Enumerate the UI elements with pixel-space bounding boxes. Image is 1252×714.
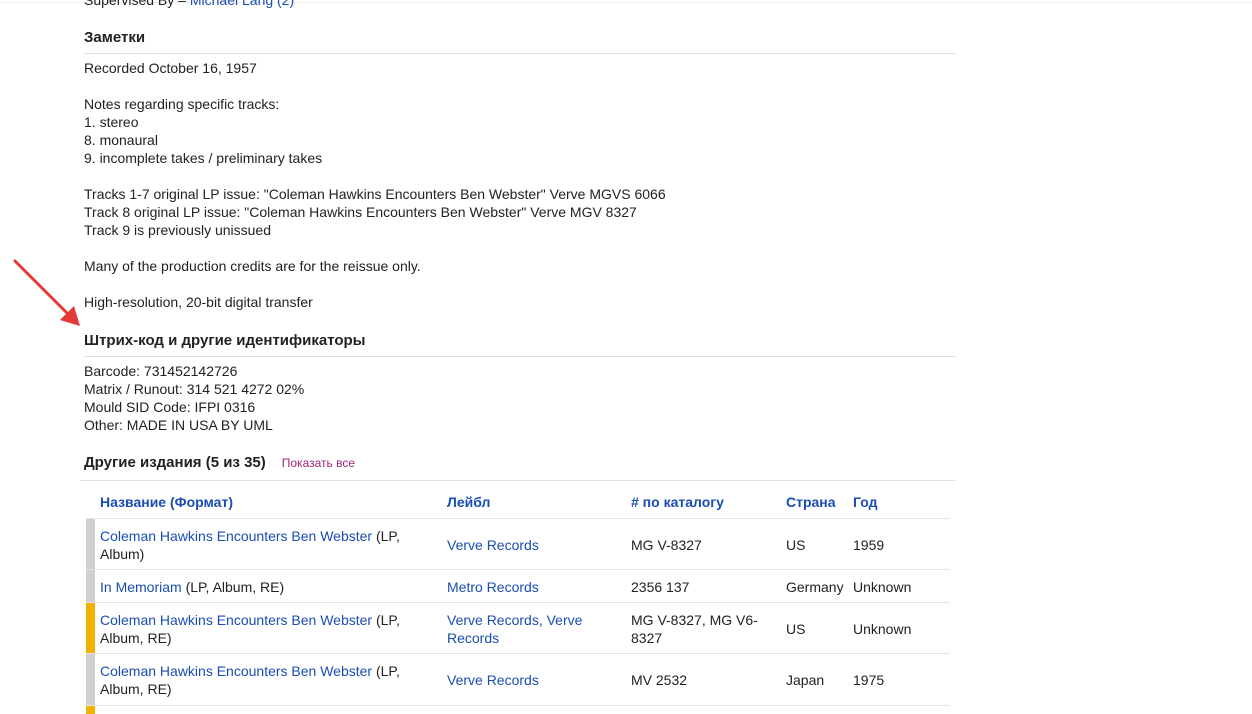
- identifiers-heading: Штрих-код и другие идентификаторы: [84, 332, 366, 349]
- row-year-cell: 1975: [853, 672, 885, 688]
- arrow-pointing-right-down-icon: [13, 259, 80, 326]
- release-format: (LP,: [372, 528, 400, 544]
- table-row: In Memoriam (LP, Album, RE) Metro Record…: [86, 569, 950, 603]
- notes-line: Track 8 original LP issue: "Coleman Hawk…: [84, 204, 637, 220]
- row-country-cell: US: [786, 537, 806, 553]
- release-title-link[interactable]: In Memoriam: [100, 579, 182, 595]
- row-title-cell: Coleman Hawkins Encounters Ben Webster (…: [100, 662, 430, 698]
- show-all-link[interactable]: Показать все: [282, 456, 355, 470]
- catalog-line-cont: 8327: [631, 630, 663, 646]
- row-status-bar: [86, 570, 95, 603]
- release-format-cont: Album): [100, 546, 145, 562]
- row-year-cell: 1959: [853, 537, 885, 553]
- notes-line: Track 9 is previously unissued: [84, 222, 272, 238]
- release-title-link[interactable]: Coleman Hawkins Encounters Ben Webster: [100, 612, 372, 628]
- row-title-cell: Coleman Hawkins Encounters Ben Webster (…: [100, 611, 430, 647]
- row-catalog-cell: MV 2532: [631, 672, 688, 688]
- next-row-status-bar: [86, 706, 95, 714]
- arrow-head: [60, 306, 80, 326]
- table-row: Coleman Hawkins Encounters Ben Webster (…: [86, 653, 950, 706]
- notes-line: Many of the production credits are for t…: [84, 258, 421, 274]
- row-label-cell: Verve Records: [447, 671, 539, 689]
- row-title-cell: Coleman Hawkins Encounters Ben Webster (…: [100, 527, 430, 563]
- credit-supervised-by: Supervised By – Michael Lang (2): [84, 0, 294, 9]
- column-format-label[interactable]: (Формат): [170, 494, 233, 510]
- column-header-year[interactable]: Год: [853, 493, 878, 511]
- table-row: Coleman Hawkins Encounters Ben Webster (…: [86, 518, 950, 570]
- label-link[interactable]: Verve Records: [447, 537, 539, 553]
- row-catalog-cell: 2356 137: [631, 579, 690, 595]
- identifier-line: Mould SID Code: IFPI 0316: [84, 399, 256, 415]
- release-page: Supervised By – Michael Lang (2) Заметки…: [0, 0, 1252, 714]
- row-label-cell: Verve Records: [447, 536, 539, 554]
- notes-line: 8. monaural: [84, 132, 158, 148]
- release-format: (LP,: [372, 612, 400, 628]
- release-format-cont: Album, RE): [100, 630, 172, 646]
- label-link[interactable]: Metro Records: [447, 579, 539, 595]
- credit-role: Supervised By: [84, 0, 175, 8]
- other-versions-title: Другие издания (5 из 35): [84, 454, 266, 471]
- table-row: Coleman Hawkins Encounters Ben Webster (…: [86, 602, 950, 654]
- release-title-link[interactable]: Coleman Hawkins Encounters Ben Webster: [100, 528, 372, 544]
- notes-line: Recorded October 16, 1957: [84, 60, 257, 76]
- label-link[interactable]: Verve Records: [447, 672, 539, 688]
- arrow-shaft: [13, 259, 72, 318]
- row-year-cell: Unknown: [853, 621, 912, 637]
- identifier-line: Other: MADE IN USA BY UML: [84, 417, 273, 433]
- notes-line: Notes regarding specific tracks:: [84, 96, 280, 112]
- row-country-cell: Germany: [786, 579, 844, 595]
- other-versions-header: Другие издания (5 из 35) Показать все: [84, 454, 355, 474]
- label-link[interactable]: Verve Records, Verve: [447, 612, 582, 628]
- row-country-cell: Japan: [786, 672, 825, 688]
- row-catalog-cell: MG V-8327: [631, 537, 702, 553]
- column-title-label[interactable]: Название: [100, 494, 166, 510]
- row-country-cell: US: [786, 621, 806, 637]
- row-label-cell: Verve Records, Verve Records: [447, 611, 582, 647]
- release-format-cont: Album, RE): [100, 681, 172, 697]
- identifiers-divider: [84, 356, 955, 357]
- identifier-line: Matrix / Runout: 314 521 4272 02%: [84, 381, 305, 397]
- notes-line: Tracks 1-7 original LP issue: "Coleman H…: [84, 186, 666, 202]
- notes-heading: Заметки: [84, 29, 146, 46]
- credit-artist-link[interactable]: Michael Lang (2): [190, 0, 294, 8]
- release-format: (LP, Album, RE): [181, 579, 285, 595]
- release-title-link[interactable]: Coleman Hawkins Encounters Ben Webster: [100, 663, 372, 679]
- row-label-cell: Metro Records: [447, 578, 539, 596]
- row-year-cell: Unknown: [853, 579, 912, 595]
- notes-line: High-resolution, 20-bit digital transfer: [84, 294, 313, 310]
- column-header-label[interactable]: Лейбл: [447, 493, 490, 511]
- notes-line: 9. incomplete takes / preliminary takes: [84, 150, 323, 166]
- column-header-catalog[interactable]: # по каталогу: [631, 493, 724, 511]
- label-link-cont[interactable]: Records: [447, 630, 499, 646]
- release-format: (LP,: [372, 663, 400, 679]
- row-status-bar: [86, 519, 95, 570]
- row-title-cell: In Memoriam (LP, Album, RE): [100, 578, 440, 596]
- notes-divider: [84, 53, 955, 54]
- identifier-line: Barcode: 731452142726: [84, 363, 238, 379]
- row-catalog-cell: MG V-8327, MG V6- 8327: [631, 611, 758, 647]
- row-status-bar: [86, 603, 95, 654]
- row-status-bar: [86, 654, 95, 705]
- other-versions-divider: [80, 480, 955, 481]
- credit-dash: –: [178, 0, 186, 8]
- column-header-country[interactable]: Страна: [786, 493, 836, 511]
- notes-line: 1. stereo: [84, 114, 139, 130]
- column-header-title[interactable]: Название (Формат): [100, 493, 233, 511]
- catalog-line: MG V-8327, MG V6-: [631, 612, 758, 628]
